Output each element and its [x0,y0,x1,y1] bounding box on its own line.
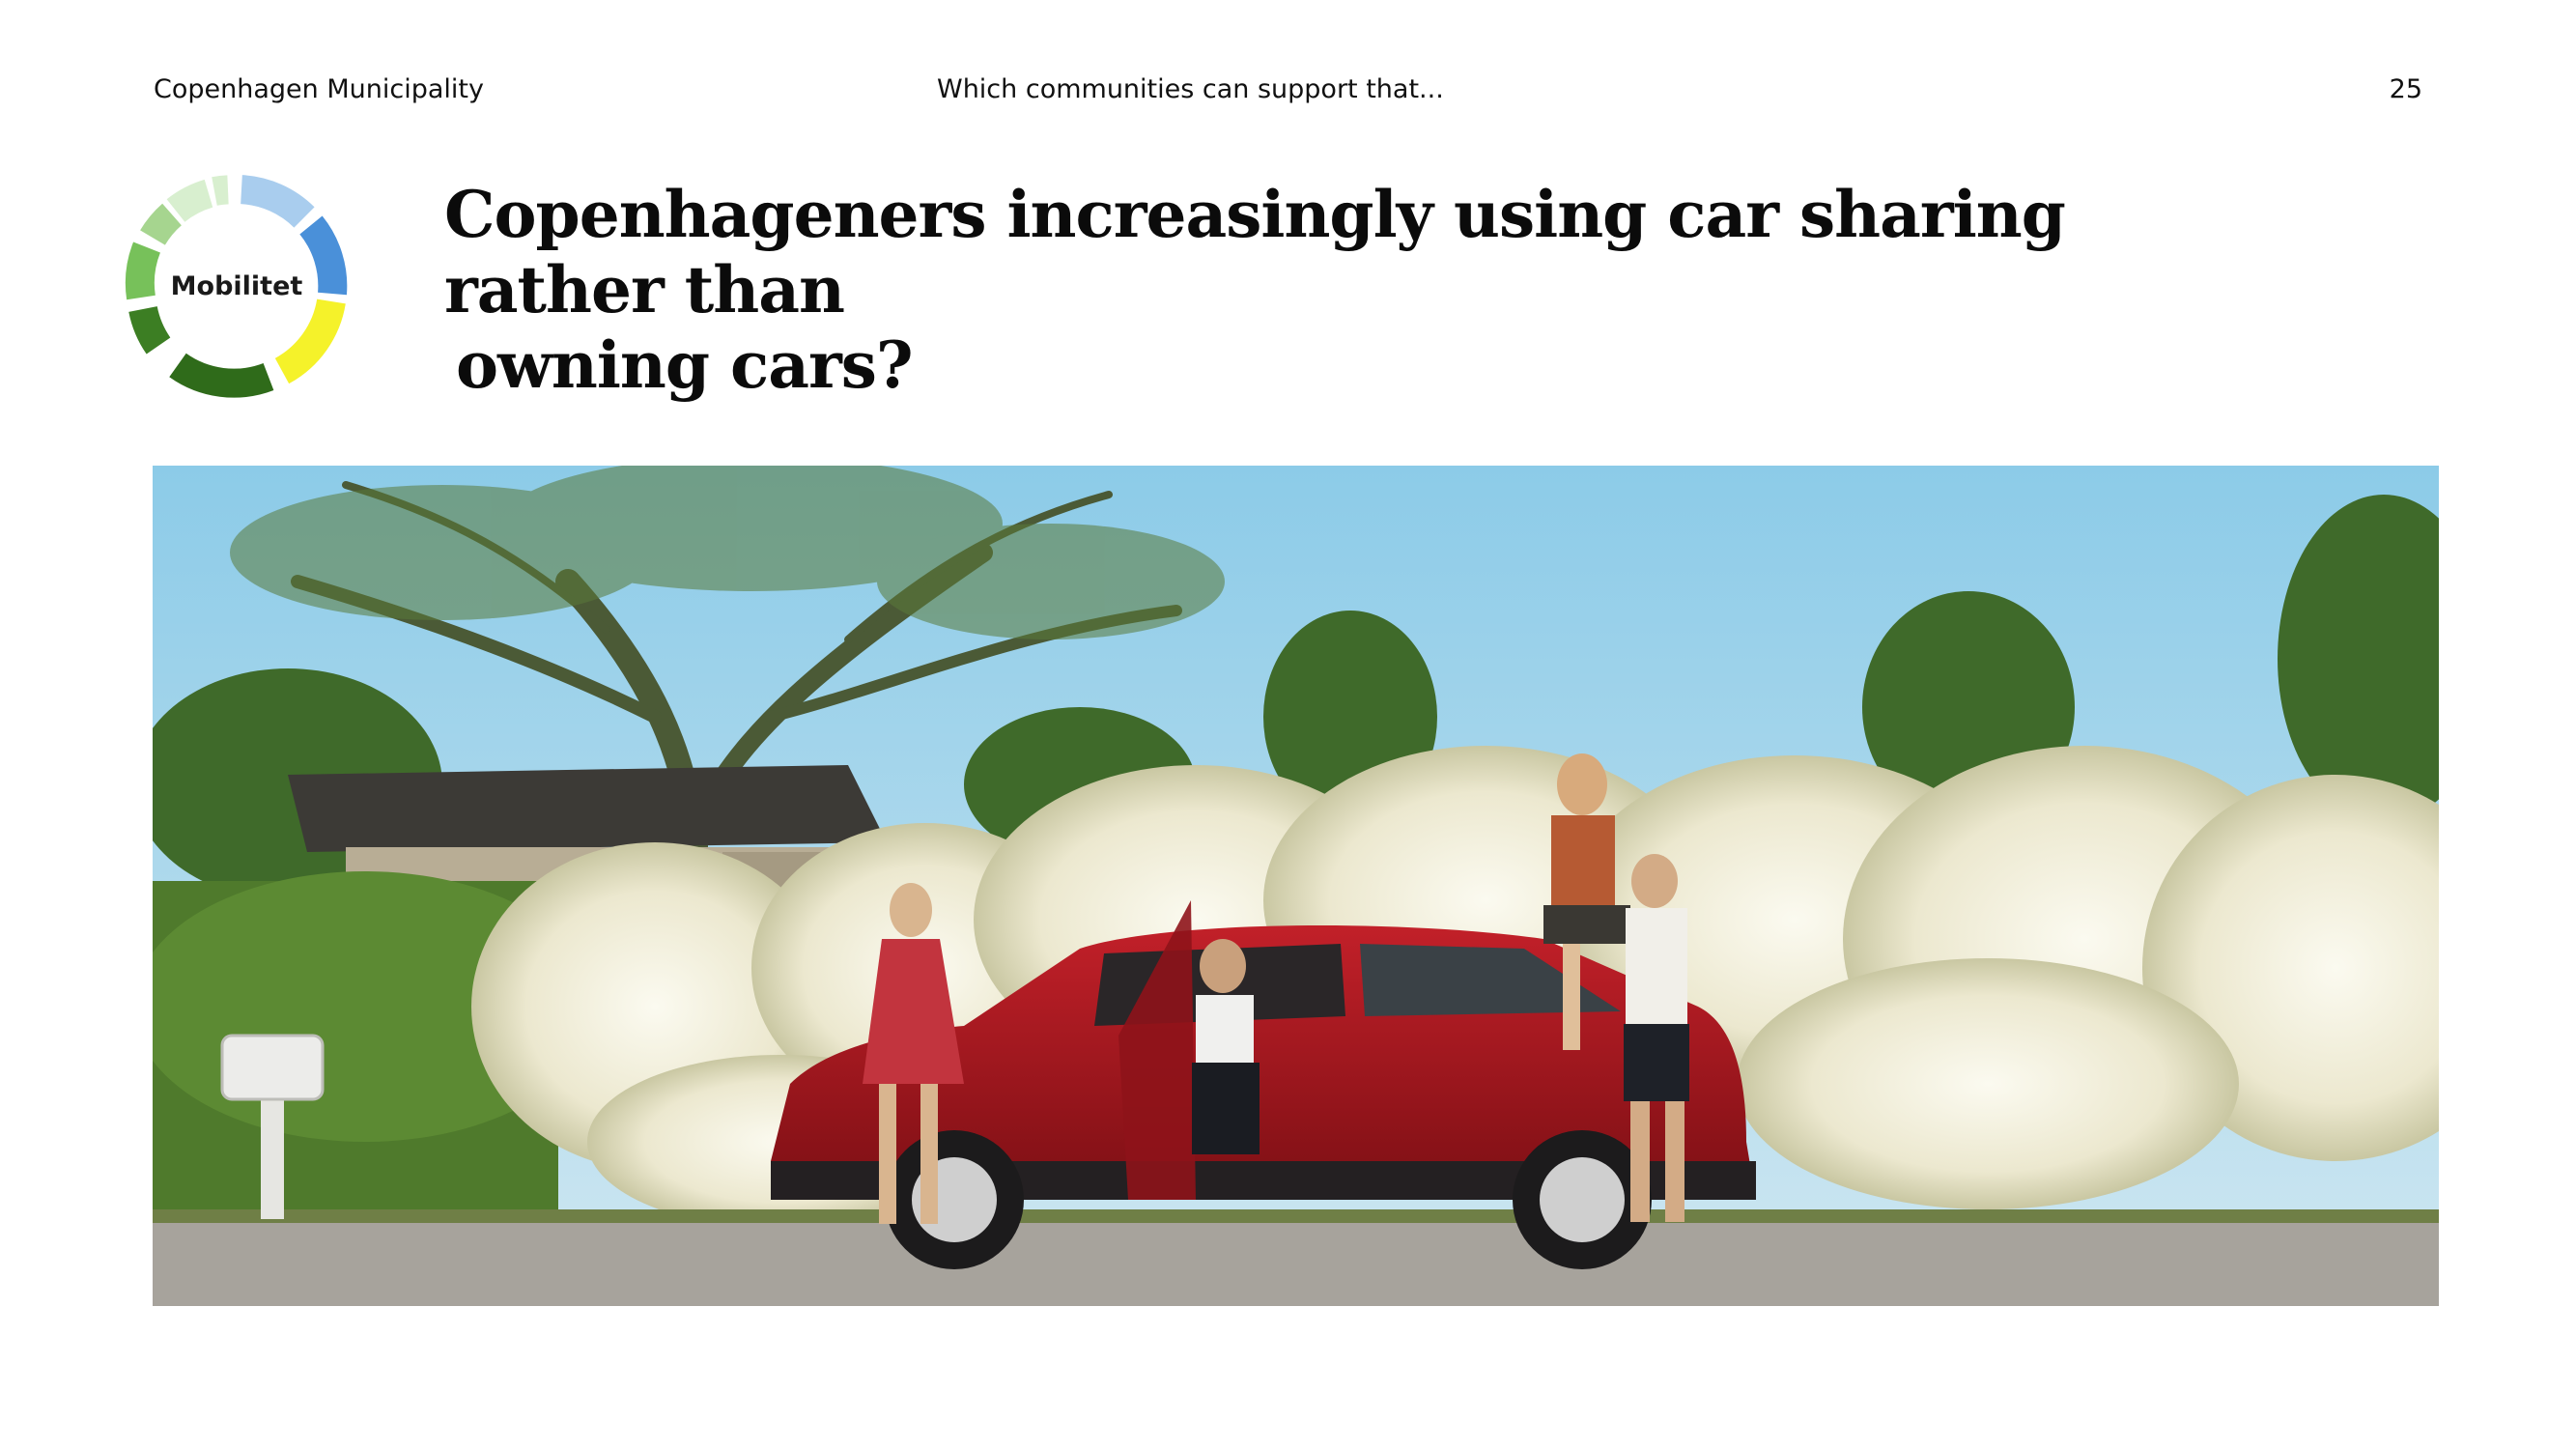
mobility-badge: Mobilitet [97,172,377,404]
mobility-ring-icon: Mobilitet [125,175,348,398]
title-line-2: owning cars? [456,327,914,403]
badge-label: Mobilitet [171,271,303,301]
ring-segment [128,305,171,355]
title-line-1: Copenhageners increasingly using car sha… [444,177,2066,327]
ring-segment [140,203,183,246]
page-title: Copenhageners increasingly using car sha… [444,177,2279,403]
ring-segment [212,175,229,206]
ring-segment [274,298,346,384]
road [153,1219,2439,1306]
ring-segment [299,215,348,296]
car-sharing-photo [153,466,2439,1306]
photo-illustration [153,466,2439,1306]
ring-segment [125,242,161,300]
ring-segment [169,353,274,398]
page-number: 25 [2389,74,2422,104]
ring-segment [240,175,315,229]
header-organization: Copenhagen Municipality [154,74,484,104]
ring-segment [166,179,213,223]
header-section-title: Which communities can support that... [937,74,1444,104]
